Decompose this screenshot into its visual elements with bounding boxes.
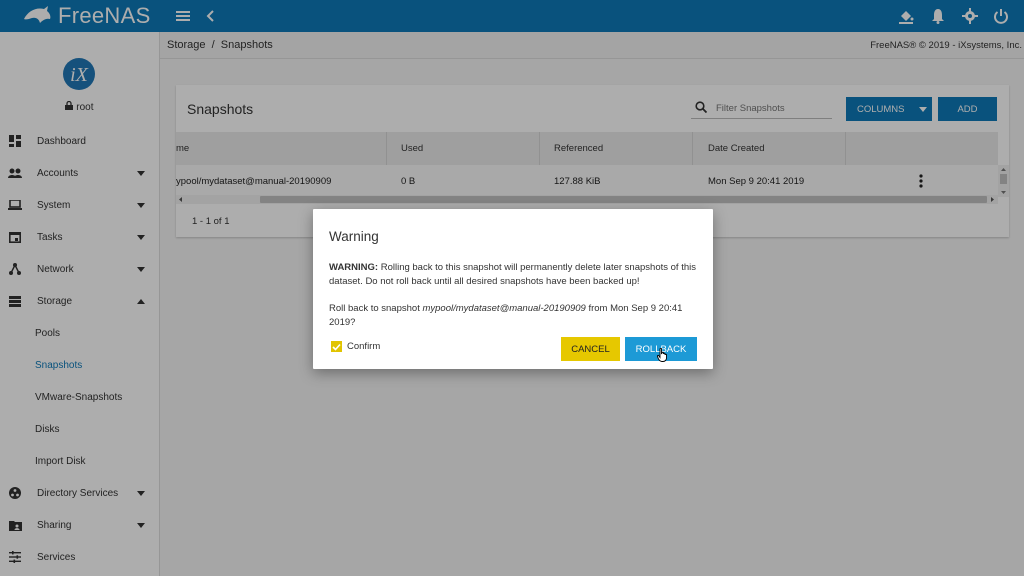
confirm-checkbox[interactable]: Confirm xyxy=(331,341,380,352)
rollback-message: Roll back to snapshot mypool/mydataset@m… xyxy=(329,302,701,329)
hand-pointer-cursor-icon xyxy=(656,347,668,365)
confirm-label: Confirm xyxy=(347,341,381,352)
rollback-prefix: Roll back to snapshot xyxy=(329,303,423,314)
cancel-button[interactable]: CANCEL xyxy=(561,337,620,361)
rollback-warning-dialog: Warning WARNING: Rolling back to this sn… xyxy=(313,209,713,369)
warning-text: Rolling back to this snapshot will perma… xyxy=(329,262,696,287)
warning-message: WARNING: Rolling back to this snapshot w… xyxy=(329,261,701,288)
rollback-snapshot-name: mypool/mydataset@manual-20190909 xyxy=(422,303,586,314)
warning-bold-label: WARNING: xyxy=(329,262,379,273)
dialog-title: Warning xyxy=(329,229,379,244)
checkbox-checked-icon[interactable] xyxy=(331,341,342,352)
